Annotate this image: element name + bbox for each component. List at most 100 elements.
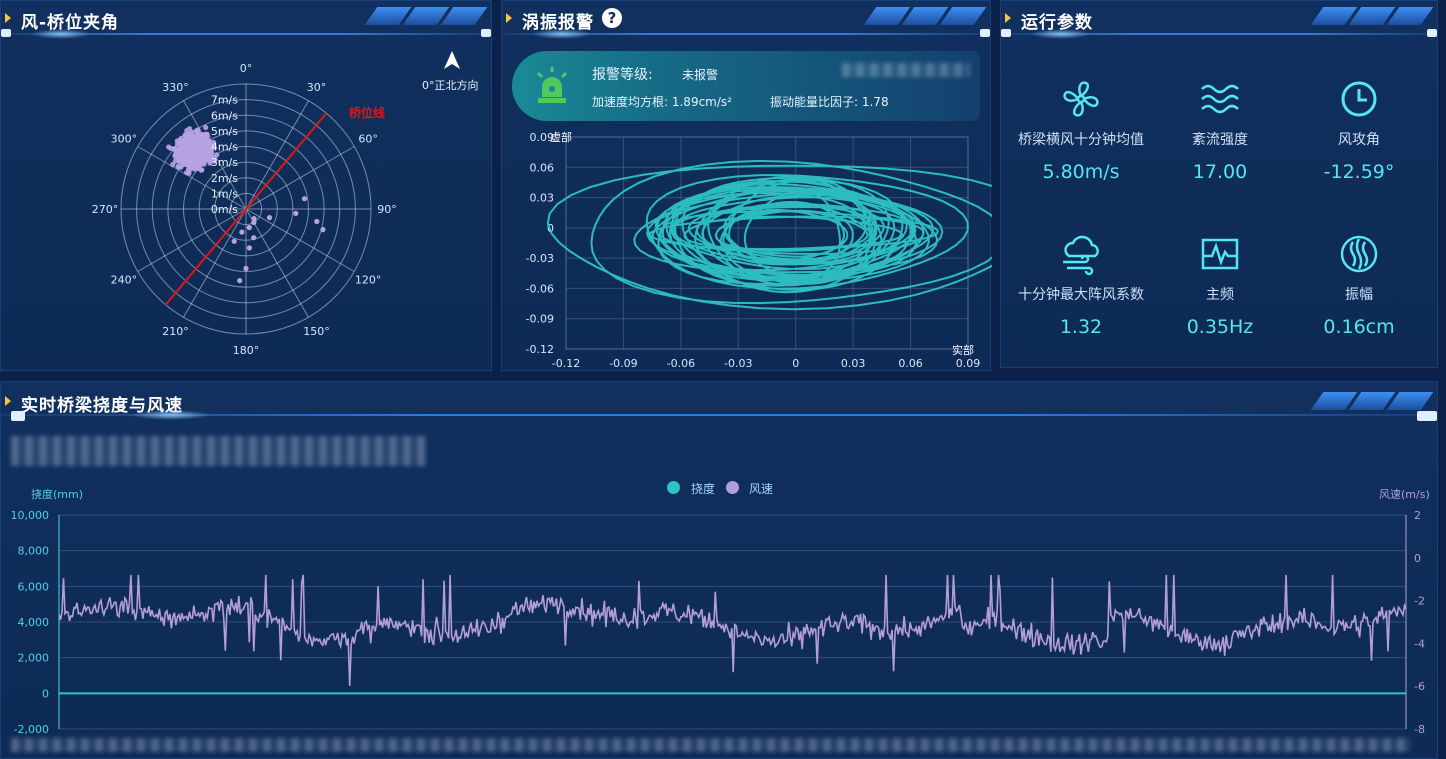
pulse-icon xyxy=(1198,232,1242,276)
x-tick-label: 0.03 xyxy=(841,357,866,370)
y-left-tick-label: 10,000 xyxy=(11,509,50,522)
running-params-panel: 运行参数 桥梁横风十分钟均值 5.80m/s 紊流强度 17.00 风攻角 -1… xyxy=(1000,0,1438,368)
param-value: -12.59° xyxy=(1323,161,1395,183)
y-left-tick-label: 8,000 xyxy=(18,545,50,558)
x-tick-label: 0.09 xyxy=(956,357,981,370)
amplitude-icon xyxy=(1337,232,1381,276)
polar-spoke xyxy=(245,208,355,272)
header-decoration xyxy=(1310,7,1434,25)
y-right-tick-label: -2 xyxy=(1414,595,1425,608)
y-right-tick-label: 0 xyxy=(1414,552,1421,565)
param-label: 主频 xyxy=(1206,287,1234,303)
wind-point xyxy=(192,133,198,139)
polar-angle-label: 150° xyxy=(303,325,330,338)
polar-radius-label: 0m/s xyxy=(211,203,238,216)
redacted-text xyxy=(11,738,1411,752)
wind-point xyxy=(243,265,249,271)
vortex-alarm-panel: 涡振报警 ? 报警等级: 未报警 加速度均方根: 1.89cm/s² 振动能量比… xyxy=(501,0,992,371)
wind-point xyxy=(189,129,195,135)
wind-point xyxy=(185,141,191,147)
y-tick-label: -0.09 xyxy=(526,313,554,326)
wind-point xyxy=(266,215,273,221)
polar-radius-label: 7m/s xyxy=(211,94,238,107)
cloud-wind-icon xyxy=(1059,232,1103,276)
param-label: 十分钟最大阵风系数 xyxy=(1018,287,1144,303)
x-tick-label: -0.09 xyxy=(609,357,637,370)
polar-spoke xyxy=(183,208,247,318)
polar-angle-label: 180° xyxy=(233,344,260,357)
param-main-frequency: 主频 0.35Hz xyxy=(1140,232,1300,338)
param-amplitude: 振幅 0.16cm xyxy=(1279,232,1439,338)
polar-radius-label: 2m/s xyxy=(211,172,238,185)
x-tick-label: 0.06 xyxy=(898,357,923,370)
bridge-line-label: 桥位线 xyxy=(349,105,385,120)
polar-spoke xyxy=(137,208,247,272)
param-value: 17.00 xyxy=(1192,161,1248,183)
wind-point xyxy=(237,278,243,284)
x-axis-title: 实部 xyxy=(952,343,974,357)
wind-point xyxy=(293,210,299,216)
y-left-tick-label: 6,000 xyxy=(18,580,50,593)
wind-point xyxy=(190,158,196,164)
param-value: 0.35Hz xyxy=(1186,316,1254,338)
wind-point xyxy=(320,227,326,233)
wind-point xyxy=(203,124,209,131)
deflection-wind-chart: 10,000 8,000 6,000 4,000 2,000 0 -2,000 2 0 -2 -4 -… xyxy=(11,487,1430,736)
x-tick-label: -0.03 xyxy=(724,357,752,370)
y-left-title: 挠度(mm) xyxy=(31,487,83,501)
param-turbulence: 紊流强度 17.00 xyxy=(1140,77,1300,183)
wind-point xyxy=(203,157,209,163)
title-arrow-icon xyxy=(1005,13,1015,23)
wind-point xyxy=(199,135,206,141)
y-tick-label: -0.03 xyxy=(526,252,554,265)
wind-point xyxy=(176,164,182,170)
param-value: 0.16cm xyxy=(1323,316,1395,338)
polar-spoke xyxy=(245,100,309,210)
param-value: 5.80m/s xyxy=(1042,161,1120,183)
wind-point xyxy=(185,159,191,165)
y-right-title: 风速(m/s) xyxy=(1379,488,1430,501)
x-tick-label: 0 xyxy=(792,357,799,370)
polar-angle-label: 90° xyxy=(377,203,397,216)
y-left-tick-label: 4,000 xyxy=(18,616,50,629)
x-tick-label: -0.06 xyxy=(667,357,695,370)
y-right-tick-label: -8 xyxy=(1414,723,1425,736)
y-left-tick-label: 0 xyxy=(42,687,49,700)
wind-point xyxy=(166,144,172,150)
polar-radius-label: 6m/s xyxy=(211,109,238,122)
polar-angle-label: 60° xyxy=(358,133,378,146)
y-tick-label: 0.06 xyxy=(530,161,555,174)
header-cap xyxy=(1427,29,1437,37)
x-tick-label: -0.12 xyxy=(552,357,580,370)
wind-point xyxy=(246,245,252,251)
fan-icon xyxy=(1059,77,1103,121)
wind-point xyxy=(231,238,237,244)
polar-radius-label: 1m/s xyxy=(211,187,238,200)
y-axis-title: 虚部 xyxy=(550,130,572,144)
wind-point xyxy=(251,216,257,222)
wind-point xyxy=(197,142,203,148)
polar-radius-label: 3m/s xyxy=(211,156,238,169)
param-gust-factor: 十分钟最大阵风系数 1.32 xyxy=(1001,232,1161,338)
y-left-tick-label: 2,000 xyxy=(18,652,50,665)
polar-angle-label: 330° xyxy=(162,81,189,94)
param-label: 紊流强度 xyxy=(1192,132,1248,148)
polar-angle-label: 300° xyxy=(111,133,138,146)
param-label: 振幅 xyxy=(1345,287,1373,303)
polar-angle-label: 240° xyxy=(111,274,138,287)
clock-icon xyxy=(1337,77,1381,121)
wind-point xyxy=(186,154,192,160)
param-value: 1.32 xyxy=(1059,316,1103,338)
polar-spoke xyxy=(245,208,309,318)
polar-chart: 0° 30° 60° 90° 120° 150° 180° 210° 240° 270° 300° 3… xyxy=(92,62,397,357)
header-glow xyxy=(1031,29,1091,39)
wind-point xyxy=(205,134,211,140)
param-label: 桥梁横风十分钟均值 xyxy=(1018,132,1144,148)
wind-point xyxy=(202,143,208,149)
orbit-line xyxy=(546,159,992,311)
wind-point xyxy=(301,196,308,202)
y-right-tick-label: 2 xyxy=(1414,509,1421,522)
wind-point xyxy=(239,229,245,235)
param-crosswind: 桥梁横风十分钟均值 5.80m/s xyxy=(1001,77,1161,183)
header-cap xyxy=(1001,29,1011,37)
